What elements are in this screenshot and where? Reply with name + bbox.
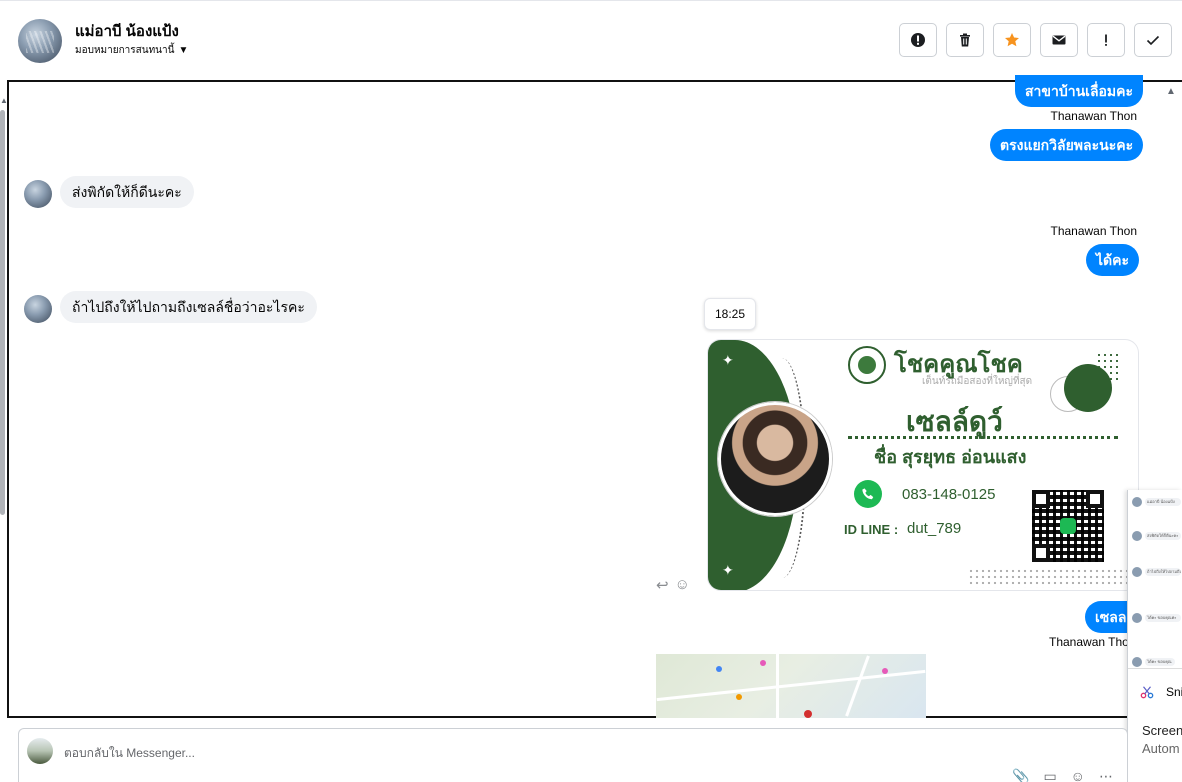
card-line-label: ID LINE : [844, 522, 899, 537]
mini-row: ส่งพิกัดให้ก็ดีนะคะ [1132, 530, 1181, 542]
scroll-up-arrow-icon[interactable]: ▲ [1166, 86, 1176, 97]
outgoing-message[interactable]: สาขาบ้านเลื่อมคะ [1015, 75, 1144, 107]
snipping-tool-icon [1140, 686, 1154, 699]
image-attachment-business-card[interactable]: ✦ ✦ โชคคูณโชค เต็นท์รถมือสองที่ใหญ่ที่สุ… [707, 339, 1139, 591]
mini-avatar [1132, 497, 1142, 507]
more-icon[interactable]: ⋯ [1099, 768, 1113, 782]
mark-done-button[interactable] [1134, 23, 1172, 57]
check-icon [1146, 35, 1160, 46]
map-pin-icon [804, 710, 812, 718]
snipping-tool-notification[interactable]: Sni Screen Autom [1128, 668, 1182, 782]
map-image-attachment[interactable] [656, 654, 926, 718]
phone-icon [854, 480, 882, 508]
notification-body: Autom [1142, 741, 1180, 756]
conversation-toolbar [899, 23, 1172, 57]
line-logo-icon [1060, 518, 1076, 534]
mini-row: แม่อาบี น้องแป้ง [1132, 496, 1181, 508]
card-phone: 083-148-0125 [902, 486, 996, 503]
card-line-id: dut_789 [907, 520, 962, 537]
incoming-message[interactable]: ส่งพิกัดให้ก็ดีนะคะ [60, 176, 194, 208]
map-road [656, 669, 926, 702]
reply-arrow-icon[interactable]: ↩ [656, 576, 669, 594]
outgoing-message[interactable]: ตรงแยกวิลัยพละนะคะ [990, 129, 1144, 161]
map-road [776, 654, 779, 718]
salesperson-photo [718, 402, 832, 516]
composer-actions: 📎 ▭ ☺ ⋯ [1012, 768, 1113, 782]
mini-message: ได้คะ ขอบคุณ [1145, 658, 1175, 666]
left-scrollbar[interactable] [0, 110, 5, 515]
emoji-react-icon[interactable]: ☺ [675, 576, 690, 594]
mini-row: ถ้าไปถึงให้ไปถามถึงเซลล์ [1132, 566, 1181, 578]
sender-name: Thanawan Thon [1050, 109, 1137, 123]
map-poi-icon [760, 660, 766, 666]
conversation-header: แม่อาบี น้องแป้ง มอบหมายการสนทนานี้ ▼ [0, 0, 1182, 80]
mini-row: ได้คะ ขอบคุณค่ะ [1132, 612, 1181, 624]
notification-title: Screen [1142, 723, 1182, 738]
card-fullname: ชื่อ สุรยุทธ อ่อนแสง [874, 447, 1027, 467]
mini-message: ถ้าไปถึงให้ไปถามถึงเซลล์ [1145, 568, 1181, 576]
assign-conversation-dropdown[interactable]: มอบหมายการสนทนานี้ ▼ [75, 43, 188, 58]
reply-composer[interactable]: ตอบกลับใน Messenger... [18, 728, 1128, 782]
map-poi-icon [736, 694, 742, 700]
brand-logo-icon [848, 346, 886, 384]
map-poi-icon [882, 668, 888, 674]
contact-avatar[interactable] [18, 19, 62, 63]
qr-corner [1086, 490, 1104, 508]
notification-app-name: Sni [1166, 685, 1182, 699]
attachment-icon[interactable]: 📎 [1012, 768, 1029, 782]
card-brand-subtitle: เต็นท์รถมือสองที่ใหญ่ที่สุด [922, 376, 1033, 387]
sender-name: Thanawan Thon [1050, 224, 1137, 238]
mini-avatar [1132, 567, 1142, 577]
timestamp-tooltip: 18:25 [704, 298, 756, 330]
contact-avatar-small[interactable] [24, 180, 52, 208]
follow-up-button[interactable] [1087, 23, 1125, 57]
mark-unread-button[interactable] [1040, 23, 1078, 57]
qr-code [1032, 490, 1104, 562]
qr-corner [1032, 490, 1050, 508]
incoming-message[interactable]: ถ้าไปถึงให้ไปถามถึงเซลล์ชื่อว่าอะไรคะ [60, 291, 317, 323]
map-poi-icon [716, 666, 722, 672]
caret-down-icon: ▼ [178, 45, 189, 56]
contact-name[interactable]: แม่อาบี น้องแป้ง [75, 19, 179, 43]
mini-avatar [1132, 613, 1142, 623]
sparkle-icon: ✦ [722, 562, 734, 578]
outgoing-message[interactable]: ได้คะ [1086, 244, 1140, 276]
mark-spam-button[interactable] [899, 23, 937, 57]
envelope-icon [1052, 35, 1066, 45]
mini-avatar [1132, 657, 1142, 667]
mini-message: ส่งพิกัดให้ก็ดีนะคะ [1145, 532, 1181, 540]
saved-replies-icon[interactable]: ▭ [1043, 768, 1056, 782]
mini-message: แม่อาบี น้องแป้ง [1145, 498, 1181, 506]
scroll-up-small-icon[interactable]: ▲ [0, 96, 8, 105]
reply-input[interactable]: ตอบกลับใน Messenger... [64, 744, 195, 763]
star-button[interactable] [993, 23, 1031, 57]
card-dotted-line [848, 436, 1118, 439]
trash-icon [960, 33, 970, 47]
screenshot-preview-panel[interactable]: แม่อาบี น้องแป้ง ส่งพิกัดให้ก็ดีนะคะ ถ้า… [1127, 490, 1182, 782]
delete-button[interactable] [946, 23, 984, 57]
page-avatar [27, 738, 53, 764]
sparkle-icon: ✦ [722, 352, 734, 368]
outgoing-message[interactable]: เซลล [1085, 601, 1131, 633]
mini-message: ได้คะ ขอบคุณค่ะ [1145, 614, 1181, 622]
contact-avatar-small[interactable] [24, 295, 52, 323]
mini-avatar [1132, 531, 1142, 541]
message-actions: ↩ ☺ [656, 576, 690, 594]
sender-name: Thanawan Tho [1049, 635, 1129, 649]
qr-corner [1032, 544, 1050, 562]
mini-row: ได้คะ ขอบคุณ [1132, 656, 1175, 668]
map-road [845, 655, 870, 717]
emoji-icon[interactable]: ☺ [1071, 768, 1085, 782]
exclamation-icon [1105, 34, 1107, 46]
star-icon [1005, 33, 1019, 47]
alert-icon [911, 33, 925, 47]
assign-label: มอบหมายการสนทนานี้ [75, 45, 175, 56]
card-decor-dots [1096, 352, 1118, 382]
card-halftone-pattern [968, 568, 1138, 588]
